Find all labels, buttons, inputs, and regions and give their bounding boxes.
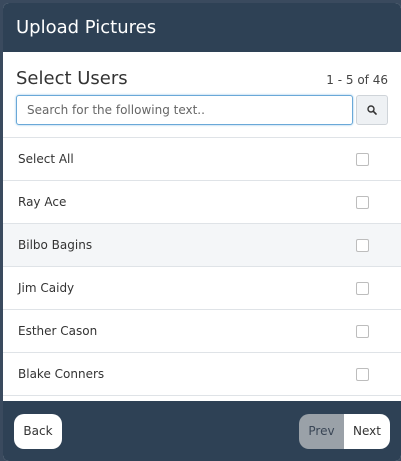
- search-bar: [3, 95, 401, 127]
- list-item[interactable]: Ray Ace: [3, 181, 401, 224]
- user-checkbox[interactable]: [356, 367, 369, 381]
- user-checkbox[interactable]: [356, 281, 369, 295]
- list-item[interactable]: Bilbo Bagins: [3, 224, 401, 267]
- search-icon: [367, 105, 377, 115]
- user-name: Ray Ace: [18, 195, 67, 209]
- user-name: Bilbo Bagins: [18, 238, 93, 252]
- upload-pictures-modal: Upload Pictures Select Users 1 - 5 of 46…: [3, 3, 401, 461]
- section-title: Select Users: [16, 68, 128, 89]
- prev-button[interactable]: Prev: [299, 413, 344, 449]
- section-header: Select Users 1 - 5 of 46: [3, 52, 401, 92]
- user-list: Select All Ray Ace Bilbo Bagins Jim Caid…: [3, 137, 401, 396]
- list-item[interactable]: Jim Caidy: [3, 267, 401, 310]
- modal-footer: Back Prev Next: [3, 401, 401, 461]
- result-count: 1 - 5 of 46: [326, 73, 388, 87]
- modal-title: Upload Pictures: [16, 17, 157, 38]
- user-checkbox[interactable]: [356, 195, 369, 209]
- modal-header: Upload Pictures: [3, 3, 401, 52]
- modal-body: Select Users 1 - 5 of 46 Select All Ray …: [3, 52, 401, 396]
- list-item[interactable]: Blake Conners: [3, 353, 401, 396]
- user-name: Esther Cason: [18, 324, 98, 338]
- user-checkbox[interactable]: [356, 238, 369, 252]
- user-name: Blake Conners: [18, 367, 105, 381]
- next-button[interactable]: Next: [344, 413, 390, 449]
- select-all-checkbox[interactable]: [356, 152, 369, 166]
- select-all-label: Select All: [18, 152, 74, 166]
- list-item[interactable]: Esther Cason: [3, 310, 401, 353]
- user-name: Jim Caidy: [18, 281, 75, 295]
- search-button[interactable]: [356, 95, 388, 125]
- user-checkbox[interactable]: [356, 324, 369, 338]
- pagination: Prev Next: [299, 413, 390, 449]
- search-input[interactable]: [16, 95, 353, 125]
- back-button[interactable]: Back: [14, 413, 62, 449]
- select-all-row[interactable]: Select All: [3, 138, 401, 181]
